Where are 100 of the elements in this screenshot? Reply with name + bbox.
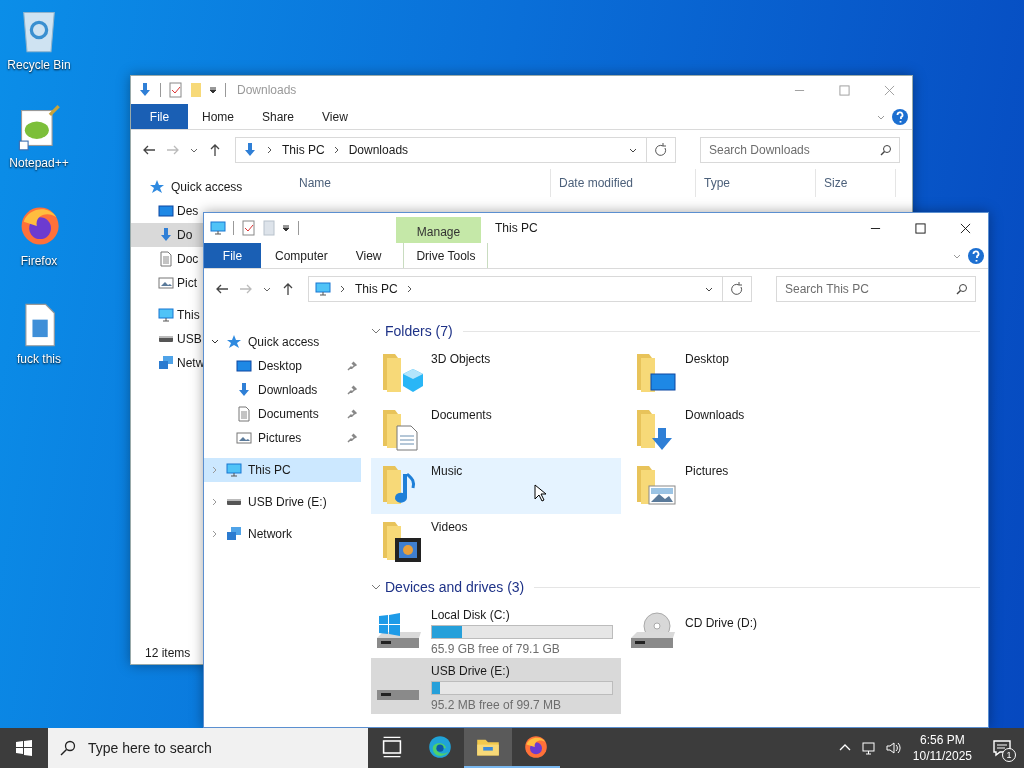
star-icon bbox=[149, 179, 165, 195]
desktop-icon bbox=[236, 358, 252, 374]
nav-item[interactable]: Quick access bbox=[131, 175, 281, 199]
section-heading[interactable]: Folders (7) bbox=[385, 323, 453, 339]
dropdown-icon[interactable] bbox=[208, 85, 218, 95]
network-icon bbox=[226, 526, 242, 542]
nav-item[interactable]: This PC bbox=[204, 458, 361, 482]
refresh-icon[interactable] bbox=[722, 276, 752, 302]
section-heading[interactable]: Devices and drives (3) bbox=[385, 579, 525, 595]
nav-item[interactable]: Pictures bbox=[204, 426, 361, 450]
folder-tile[interactable]: Downloads bbox=[625, 402, 875, 458]
clock[interactable]: 6:56 PM 10/11/2025 bbox=[904, 728, 980, 768]
nav-item[interactable]: Network bbox=[204, 522, 361, 546]
drive-tile[interactable]: Local Disk (C:) 65.9 GB free of 79.1 GB bbox=[371, 602, 621, 658]
drive-tile[interactable]: USB Drive (E:) 95.2 MB free of 99.7 MB bbox=[371, 658, 621, 714]
firefox-logo-icon bbox=[524, 735, 548, 759]
help-icon[interactable] bbox=[968, 247, 984, 264]
status-text: 12 items bbox=[145, 646, 191, 660]
nav-item[interactable]: Documents bbox=[204, 402, 361, 426]
nav-item[interactable]: Desktop bbox=[204, 354, 361, 378]
file-menu-tab[interactable]: File bbox=[131, 104, 188, 129]
pin-icon[interactable] bbox=[347, 409, 357, 419]
window-title: Downloads bbox=[236, 83, 297, 97]
search-field[interactable]: Search Downloads bbox=[700, 137, 900, 163]
nav-item[interactable]: Downloads bbox=[204, 378, 361, 402]
monitor-icon bbox=[226, 462, 242, 478]
folder-tile[interactable]: Music bbox=[371, 458, 621, 514]
document-icon bbox=[236, 406, 252, 422]
nav-item[interactable]: USB bbox=[131, 327, 203, 351]
file-menu-tab[interactable]: File bbox=[204, 243, 261, 268]
chevron-right-icon bbox=[339, 284, 347, 294]
notification-count: 1 bbox=[1002, 748, 1016, 762]
ribbon-tab[interactable]: Home bbox=[188, 104, 248, 129]
column-header[interactable]: Name bbox=[291, 169, 551, 197]
chevron-right-icon bbox=[332, 145, 341, 155]
address-bar[interactable]: This PC bbox=[308, 276, 723, 302]
window-title: This PC bbox=[494, 221, 538, 235]
monitor-icon bbox=[210, 220, 226, 236]
search-icon bbox=[956, 283, 968, 295]
desktop-icon-label[interactable]: Recycle Bin bbox=[7, 58, 71, 72]
help-icon[interactable] bbox=[892, 108, 908, 125]
chevron-right-icon bbox=[266, 145, 274, 155]
edge-logo-icon bbox=[428, 735, 452, 759]
picture-icon bbox=[158, 275, 174, 291]
folder-tile[interactable]: 3D Objects bbox=[371, 346, 621, 402]
notification-button[interactable]: 1 bbox=[980, 728, 1024, 768]
download-arrow-icon bbox=[158, 227, 174, 243]
pin-icon[interactable] bbox=[347, 433, 357, 443]
context-tab-group: Manage bbox=[396, 217, 481, 243]
download-arrow-icon bbox=[236, 382, 252, 398]
desktop-icon-label[interactable]: Notepad++ bbox=[9, 156, 69, 170]
network-icon bbox=[158, 355, 174, 371]
nav-item[interactable]: This bbox=[131, 303, 203, 327]
breadcrumb[interactable]: This PC bbox=[355, 282, 398, 296]
monitor-icon bbox=[315, 281, 331, 297]
ribbon-tab[interactable]: View bbox=[308, 104, 362, 129]
nav-item[interactable]: Quick access bbox=[204, 330, 361, 354]
folder-tile[interactable]: Pictures bbox=[625, 458, 875, 514]
desktop-icon-label[interactable]: Firefox bbox=[20, 254, 58, 268]
mouse-cursor-icon bbox=[534, 484, 546, 502]
pin-icon[interactable] bbox=[347, 385, 357, 395]
chevron-right-icon bbox=[405, 284, 414, 294]
column-header[interactable]: Size bbox=[816, 169, 896, 197]
nav-item[interactable]: USB Drive (E:) bbox=[204, 490, 361, 514]
desktop-icon-label[interactable]: fuck this bbox=[17, 352, 61, 366]
refresh-icon[interactable] bbox=[646, 137, 676, 163]
search-icon bbox=[60, 740, 76, 756]
properties-icon[interactable] bbox=[241, 220, 257, 236]
nav-item[interactable]: Do bbox=[131, 223, 203, 247]
breadcrumb[interactable]: Downloads bbox=[348, 143, 409, 157]
message-icon bbox=[992, 738, 1012, 758]
monitor-icon bbox=[158, 307, 174, 323]
breadcrumb[interactable]: This PC bbox=[282, 143, 325, 157]
picture-icon bbox=[236, 430, 252, 446]
nav-item[interactable]: Pict bbox=[131, 271, 203, 295]
download-arrow-icon bbox=[242, 142, 258, 158]
ribbon-tab[interactable]: View bbox=[341, 243, 396, 268]
pin-icon[interactable] bbox=[347, 361, 357, 371]
drive-icon bbox=[227, 499, 241, 505]
column-header[interactable]: Date modified bbox=[551, 169, 696, 197]
ribbon-tab[interactable]: Computer bbox=[261, 243, 342, 268]
desktop-icon bbox=[158, 203, 174, 219]
search-field[interactable]: Search This PC bbox=[776, 276, 976, 302]
ribbon-tab[interactable]: Share bbox=[248, 104, 309, 129]
column-header[interactable]: Type bbox=[696, 169, 816, 197]
properties-icon[interactable] bbox=[168, 82, 184, 98]
folder-tile[interactable]: Desktop bbox=[625, 346, 875, 402]
address-bar[interactable]: This PC Downloads bbox=[235, 137, 647, 163]
taskbar-search-field[interactable]: Type here to search bbox=[48, 728, 368, 768]
drive-tile[interactable]: CD Drive (D:) bbox=[625, 602, 875, 658]
nav-item[interactable]: Doc bbox=[131, 247, 203, 271]
folder-tile[interactable]: Videos bbox=[371, 514, 621, 570]
star-icon bbox=[226, 334, 242, 350]
document-icon bbox=[158, 251, 174, 267]
task-view-icon bbox=[380, 735, 404, 759]
nav-item[interactable]: Des bbox=[131, 199, 203, 223]
download-arrow-icon bbox=[137, 82, 153, 98]
taskbar-app-button[interactable] bbox=[464, 728, 512, 768]
folder-tile[interactable]: Documents bbox=[371, 402, 621, 458]
dropdown-icon[interactable] bbox=[281, 223, 291, 233]
